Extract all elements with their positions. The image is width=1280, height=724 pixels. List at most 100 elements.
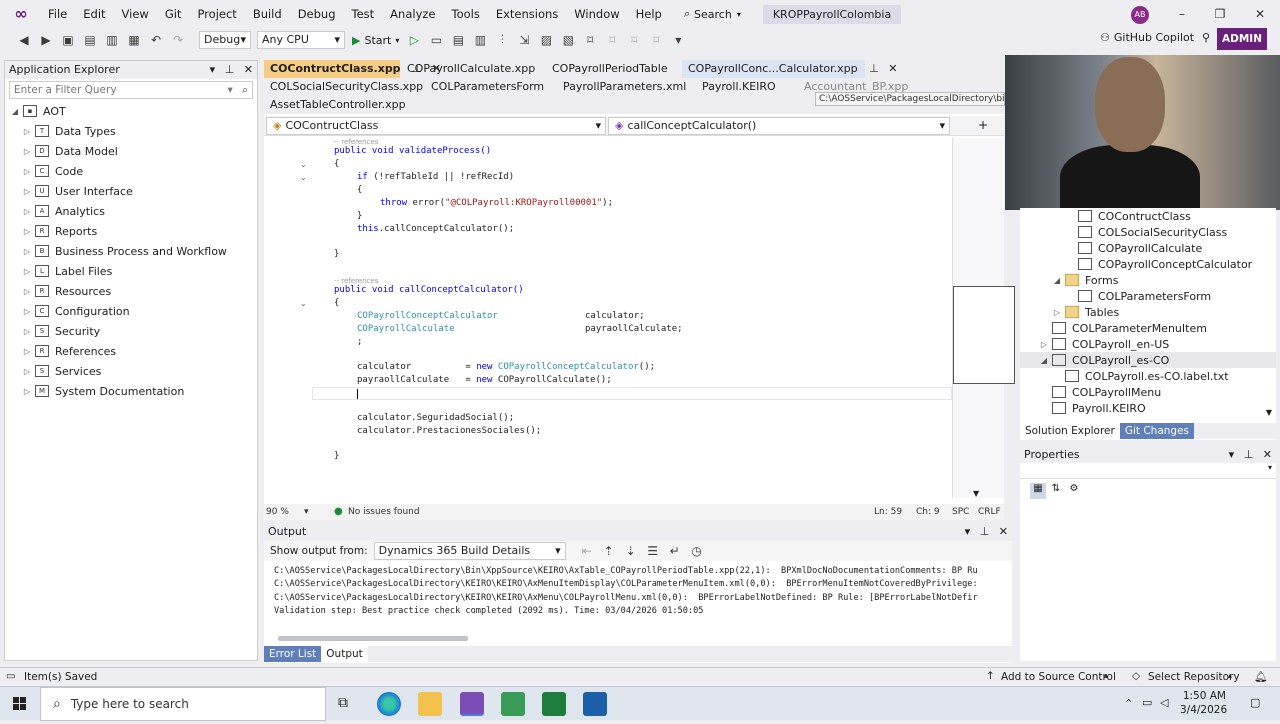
categorized-icon[interactable]: ▦	[1030, 483, 1046, 499]
tree-node-security[interactable]: ▷ S Security	[5, 321, 257, 341]
bookmark-clear-icon[interactable]: ⌑	[648, 32, 664, 48]
references-codelens[interactable]: -- references	[334, 138, 378, 146]
menu-view[interactable]: View	[114, 0, 157, 28]
bookmark-prev-icon[interactable]: ⌑	[604, 32, 620, 48]
expand-icon[interactable]: ▷	[21, 147, 33, 156]
solution-item[interactable]: COPayrollConceptCalculator	[1020, 256, 1276, 272]
menu-tools[interactable]: Tools	[444, 0, 488, 28]
uncomment-icon[interactable]: ▧	[560, 32, 576, 48]
collapse-icon[interactable]: ◢	[9, 107, 21, 116]
tab-copayrollperiodtable[interactable]: COPayrollPeriodTable	[546, 60, 674, 78]
volume-icon[interactable]: ◁	[1160, 696, 1168, 709]
expand-icon[interactable]: ▷	[21, 187, 33, 196]
tree-node-label-files[interactable]: ▷ L Label Files	[5, 261, 257, 281]
open-folder-icon[interactable]: ▤	[82, 32, 98, 48]
tab-colsocialsecurityclass[interactable]: COLSocialSecurityClass.xpp	[264, 78, 429, 96]
taskbar-search-input[interactable]: ⌕ Type here to search	[40, 687, 326, 721]
tree-node-business-process-and-workflow[interactable]: ▷ B Business Process and Workflow	[5, 241, 257, 261]
issues-indicator[interactable]: No issues found	[348, 504, 420, 520]
configuration-select[interactable]: Debug ▾	[199, 31, 251, 49]
solution-item[interactable]: ▷ COLPayroll_en-US	[1020, 336, 1276, 352]
solution-item[interactable]: COLPayroll.es-CO.label.txt	[1020, 368, 1276, 384]
tab-copayrollcalculate[interactable]: COPayrollCalculate.xpp	[401, 60, 541, 78]
build-icon[interactable]: ⇲	[516, 32, 532, 48]
notifications-icon[interactable]: ▢	[1250, 696, 1260, 709]
save-all-icon[interactable]: ▦	[126, 32, 142, 48]
toolbar-options-icon[interactable]: ▾	[670, 32, 686, 48]
powershell-icon[interactable]	[583, 692, 607, 716]
chevron-down-icon[interactable]: ▾	[304, 504, 309, 520]
redo-icon[interactable]: ↷	[170, 32, 186, 48]
menu-project[interactable]: Project	[189, 0, 244, 28]
pin-icon[interactable]: ⊥	[869, 62, 879, 75]
undo-icon[interactable]: ↶	[148, 32, 164, 48]
solution-item[interactable]: COLSocialSecurityClass	[1020, 224, 1276, 240]
expand-icon[interactable]: ▷	[21, 387, 33, 396]
add-to-source-control-button[interactable]: Add to Source Control	[1001, 671, 1116, 683]
pin-icon[interactable]: ⊥	[225, 63, 235, 76]
zoom-level[interactable]: 90 %	[266, 504, 289, 520]
tab-copayrollconceptcalculator[interactable]: COPayrollConc...Calculator.xpp ⊥ ✕	[682, 60, 897, 78]
fold-toggle-icon[interactable]: ⌄	[300, 173, 307, 182]
output-source-select[interactable]: Dynamics 365 Build Details ▾	[373, 542, 566, 560]
tree-node-resources[interactable]: ▷ R Resources	[5, 281, 257, 301]
output-horizontal-scrollbar[interactable]	[278, 636, 468, 641]
scroll-down-icon[interactable]: ▼	[1266, 408, 1272, 417]
code-text[interactable]: -- references public void validateProces…	[264, 138, 952, 498]
task-view-icon[interactable]: ⧉	[338, 695, 348, 711]
maximize-icon[interactable]: ❐	[1200, 0, 1240, 28]
solution-item[interactable]: COPayrollCalculate	[1020, 240, 1276, 256]
close-icon[interactable]: ✕	[888, 62, 897, 75]
solution-item[interactable]: COLPayrollMenu	[1020, 384, 1276, 400]
expand-toggle-icon[interactable]: ▷	[1038, 340, 1050, 349]
solution-item[interactable]: ▷ Tables	[1020, 304, 1276, 320]
expand-icon[interactable]: ▷	[21, 367, 33, 376]
tree-node-code[interactable]: ▷ C Code	[5, 161, 257, 181]
tab-payrollparameters[interactable]: PayrollParameters.xml	[557, 78, 692, 96]
menu-test[interactable]: Test	[344, 0, 383, 28]
timestamps-icon[interactable]: ◷	[689, 543, 705, 559]
filter-query-input[interactable]: Enter a Filter Query ▾ ⌕	[9, 81, 253, 99]
close-icon[interactable]: ✕	[1240, 0, 1280, 28]
fold-toggle-icon[interactable]: ⌄	[300, 299, 307, 308]
expand-icon[interactable]: ▷	[21, 267, 33, 276]
format-icon[interactable]: ▥	[472, 32, 488, 48]
select-repository-button[interactable]: Select Repository	[1148, 671, 1240, 683]
chevron-down-icon[interactable]: ▾	[227, 84, 232, 96]
solution-item[interactable]: ◢ COLPayroll_es-CO	[1020, 352, 1276, 368]
tree-node-user-interface[interactable]: ▷ U User Interface	[5, 181, 257, 201]
menu-window[interactable]: Window	[566, 0, 627, 28]
github-copilot-button[interactable]: ⚇ GitHub Copilot ⚲	[1100, 31, 1210, 44]
bookmark-icon[interactable]: ⌑	[582, 32, 598, 48]
properties-object-select[interactable]: ▾	[1020, 463, 1276, 479]
menu-extensions[interactable]: Extensions	[488, 0, 566, 28]
word-wrap-icon[interactable]: ↵	[667, 543, 683, 559]
split-icon[interactable]: ⫶	[494, 32, 510, 48]
tree-node-reports[interactable]: ▷ R Reports	[5, 221, 257, 241]
close-icon[interactable]: ✕	[1263, 448, 1272, 461]
tree-node-configuration[interactable]: ▷ C Configuration	[5, 301, 257, 321]
expand-toggle-icon[interactable]: ◢	[1038, 356, 1050, 365]
next-message-icon[interactable]: ⇣	[623, 543, 639, 559]
tab-assettablecontroller[interactable]: AssetTableController.xpp	[264, 96, 412, 114]
comment-icon[interactable]: ▨	[538, 32, 554, 48]
notification-bell-icon[interactable]: 🔔︎	[1254, 670, 1267, 683]
close-icon[interactable]: ✕	[999, 525, 1008, 538]
scroll-down-icon[interactable]: ▼	[973, 489, 979, 498]
split-editor-icon[interactable]: +	[978, 118, 988, 132]
alphabetical-icon[interactable]: ⇅	[1048, 483, 1064, 499]
tab-output[interactable]: Output	[321, 646, 368, 662]
start-without-debugging-icon[interactable]: ▷	[406, 32, 422, 48]
dropdown-icon[interactable]: ▾	[965, 525, 971, 538]
tab-git-changes[interactable]: Git Changes	[1119, 423, 1195, 439]
tree-node-data-types[interactable]: ▷ T Data Types	[5, 121, 257, 141]
tree-node-data-model[interactable]: ▷ D Data Model	[5, 141, 257, 161]
line-ending[interactable]: CRLF	[978, 504, 1001, 520]
pin-icon[interactable]: ⊥	[1244, 448, 1254, 461]
tab-cocontructclass[interactable]: COContructClass.xpp ⊥ ✕	[264, 60, 441, 78]
search-button[interactable]: ⌕ Search ▾	[676, 7, 749, 21]
dropdown-icon[interactable]: ▾	[1229, 448, 1235, 461]
solution-item[interactable]: ◢ Forms	[1020, 272, 1276, 288]
toolbox-icon[interactable]: ▭	[428, 32, 444, 48]
expand-icon[interactable]: ▷	[21, 307, 33, 316]
